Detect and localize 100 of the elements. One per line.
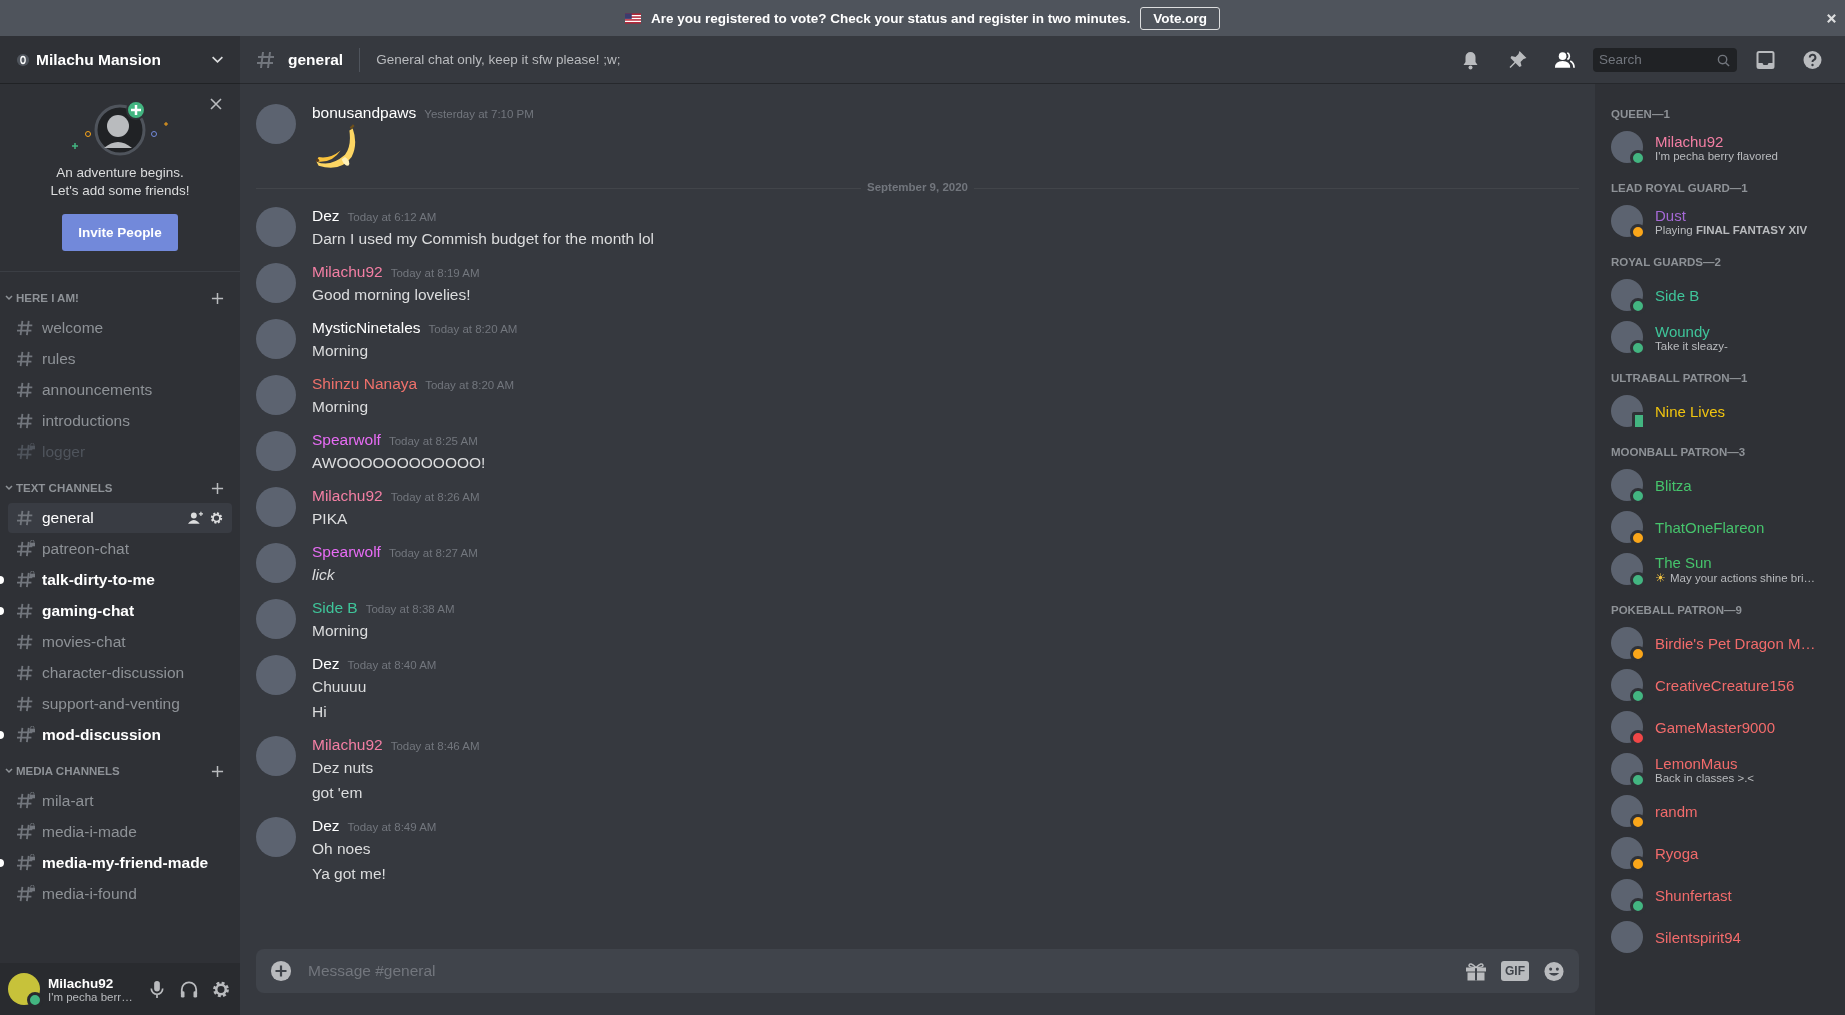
presence-indicator: [1630, 730, 1646, 746]
timestamp: Today at 8:19 AM: [390, 267, 480, 279]
category-name[interactable]: MEDIA CHANNELS: [16, 765, 211, 777]
channel-item[interactable]: general: [8, 503, 232, 533]
channel-item[interactable]: rules: [8, 344, 232, 374]
author-name[interactable]: Shinzu Nanaya: [312, 375, 418, 393]
channel-item[interactable]: media-my-friend-made: [8, 848, 232, 878]
channel-item[interactable]: media-i-found: [8, 879, 232, 909]
member-name[interactable]: LemonMaus: [1655, 754, 1755, 772]
author-name[interactable]: Dez: [312, 817, 340, 835]
channel-item[interactable]: introductions: [8, 406, 232, 436]
avatar-placeholder[interactable]: [1611, 669, 1643, 701]
member-name[interactable]: The Sun: [1655, 553, 1816, 571]
status-emoji: ☀: [1655, 570, 1666, 585]
search-field[interactable]: Search: [1593, 47, 1737, 72]
member-name[interactable]: Side B: [1655, 286, 1700, 304]
avatar-placeholder[interactable]: [1611, 131, 1643, 163]
channel-item[interactable]: talk-dirty-to-me: [8, 565, 232, 595]
channel-item[interactable]: support-and-venting: [8, 689, 232, 719]
message-text: Chuuuu: [312, 677, 368, 697]
channel-item[interactable]: mila-art: [8, 786, 232, 816]
avatar-placeholder[interactable]: [1611, 795, 1643, 827]
plus-icon[interactable]: [211, 291, 224, 305]
channel-name: general: [288, 50, 344, 69]
author-name[interactable]: Milachu92: [312, 736, 383, 754]
member-name[interactable]: Silentspirit94: [1655, 928, 1741, 946]
plus-icon[interactable]: [270, 960, 292, 982]
member-status: I'm pecha berry flavored: [1655, 149, 1778, 162]
settings-icon[interactable]: [209, 511, 224, 525]
invite-people-button[interactable]: Invite People: [62, 214, 178, 251]
category-name[interactable]: TEXT CHANNELS: [16, 482, 211, 494]
member-name[interactable]: CreativeCreature156: [1655, 676, 1795, 694]
avatar-placeholder[interactable]: [1611, 627, 1643, 659]
member-name[interactable]: GameMaster9000: [1655, 718, 1776, 736]
member-name[interactable]: Shunfertast: [1655, 886, 1732, 904]
avatar-placeholder[interactable]: [1611, 205, 1643, 237]
gift-icon[interactable]: [1465, 960, 1487, 982]
role-heading: MOONBALL PATRON—3: [1611, 446, 1747, 458]
member-status: May your actions shine bri…: [1670, 571, 1816, 584]
channel-item[interactable]: patreon-chat: [8, 534, 232, 564]
member-name[interactable]: Nine Lives: [1655, 402, 1726, 420]
avatar-placeholder[interactable]: [1611, 511, 1643, 543]
member-name[interactable]: ThatOneFlareon: [1655, 518, 1765, 536]
author-name[interactable]: bonusandpaws: [312, 104, 417, 122]
avatar-placeholder[interactable]: [1611, 753, 1643, 785]
chevron-icon[interactable]: [4, 293, 14, 303]
presence-indicator: [1630, 488, 1646, 504]
category-name[interactable]: HERE I AM!: [16, 292, 211, 304]
avatar-placeholder[interactable]: [1611, 711, 1643, 743]
message-text: PIKA: [312, 509, 349, 529]
member-name[interactable]: Dust: [1655, 206, 1808, 224]
member-name[interactable]: Woundy: [1655, 322, 1728, 340]
help-icon[interactable]: [1802, 49, 1823, 70]
inbox-icon[interactable]: [1755, 49, 1776, 70]
vote-button[interactable]: Vote.org: [1140, 6, 1221, 30]
add-member-icon[interactable]: [188, 511, 203, 525]
chevron-icon[interactable]: [4, 766, 14, 776]
gif-button[interactable]: GIF: [1501, 961, 1529, 981]
member-name[interactable]: Milachu92: [1655, 132, 1778, 150]
channel-item[interactable]: movies-chat: [8, 627, 232, 657]
channel-item[interactable]: gaming-chat: [8, 596, 232, 626]
author-name[interactable]: Milachu92: [312, 263, 383, 281]
chevron-icon[interactable]: [4, 483, 14, 493]
pin-icon[interactable]: [1507, 49, 1528, 70]
members-icon[interactable]: [1554, 49, 1575, 70]
author-name[interactable]: MysticNinetales: [312, 319, 421, 337]
close-icon[interactable]: [210, 98, 222, 110]
avatar-placeholder[interactable]: [1611, 469, 1643, 501]
avatar-placeholder[interactable]: [1611, 321, 1643, 353]
author-name[interactable]: Side B: [312, 599, 358, 617]
author-name[interactable]: Milachu92: [312, 487, 383, 505]
notice-text: Are you registered to vote? Check your status and register in two minutes.: [650, 10, 1131, 26]
channel-item[interactable]: media-i-made: [8, 817, 232, 847]
avatar-placeholder[interactable]: [1611, 879, 1643, 911]
author-name[interactable]: Spearwolf: [312, 431, 381, 449]
member-name[interactable]: Blitza: [1655, 476, 1692, 494]
microphone-icon[interactable]: [148, 979, 166, 999]
settings-icon[interactable]: [212, 979, 230, 999]
member-name[interactable]: randm: [1655, 802, 1698, 820]
presence-indicator: [1630, 856, 1646, 872]
channel-item[interactable]: welcome: [8, 313, 232, 343]
member-name[interactable]: Birdie's Pet Dragon M…: [1655, 634, 1816, 652]
channel-item[interactable]: mod-discussion: [8, 720, 232, 750]
search-icon: [1717, 53, 1730, 67]
smiley-icon[interactable]: [1543, 960, 1565, 982]
avatar-placeholder[interactable]: [8, 973, 40, 1005]
avatar-placeholder[interactable]: [1611, 395, 1643, 427]
plus-icon[interactable]: [211, 481, 224, 495]
author-name[interactable]: Spearwolf: [312, 543, 381, 561]
plus-icon[interactable]: [211, 764, 224, 778]
headphones-icon[interactable]: [180, 979, 198, 999]
close-icon[interactable]: [1826, 13, 1837, 24]
channel-item[interactable]: character-discussion: [8, 658, 232, 688]
author-name[interactable]: Dez: [312, 207, 340, 225]
channel-item[interactable]: announcements: [8, 375, 232, 405]
avatar-placeholder[interactable]: [1611, 553, 1643, 585]
member-name[interactable]: Ryoga: [1655, 844, 1699, 862]
author-name[interactable]: Dez: [312, 655, 340, 673]
avatar-placeholder[interactable]: [1611, 279, 1643, 311]
avatar-placeholder[interactable]: [1611, 837, 1643, 869]
